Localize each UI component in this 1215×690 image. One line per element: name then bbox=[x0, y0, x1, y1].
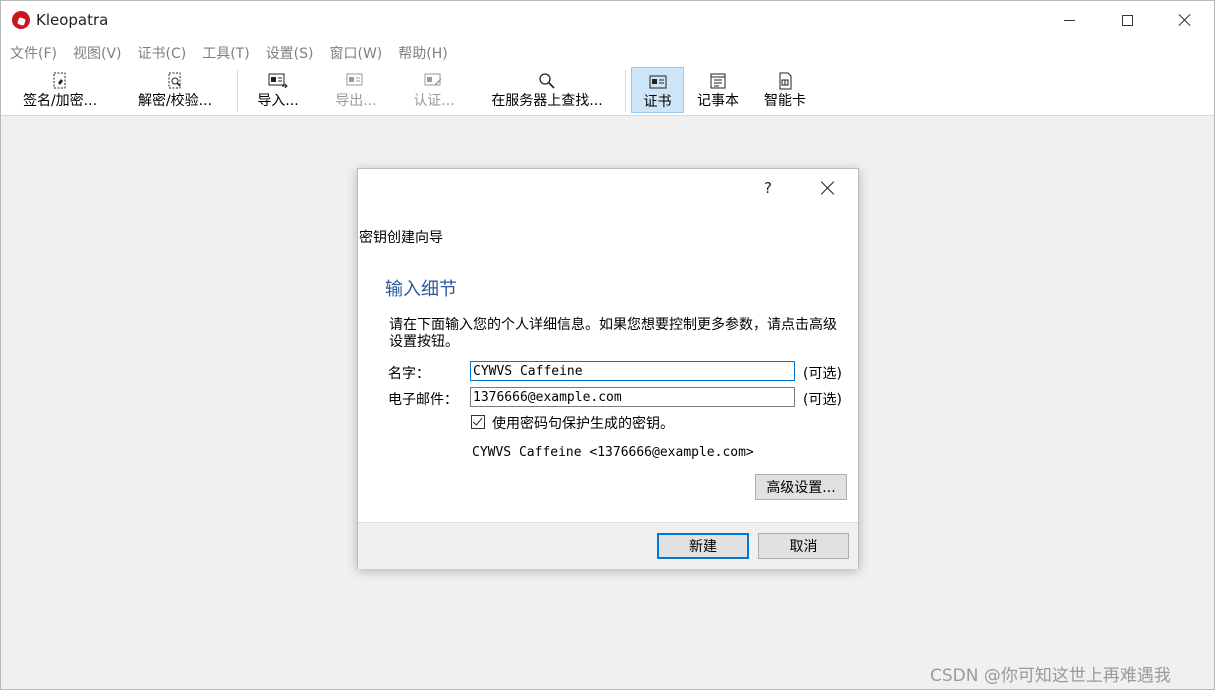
cancel-button[interactable]: 取消 bbox=[758, 533, 849, 559]
menu-window[interactable]: 窗口(W) bbox=[330, 43, 383, 63]
wizard-title: 密钥创建向导 bbox=[359, 230, 443, 246]
smartcard-label: 智能卡 bbox=[764, 93, 806, 109]
import-icon bbox=[268, 70, 288, 92]
maximize-button[interactable] bbox=[1098, 1, 1156, 39]
email-label: 电子邮件： bbox=[388, 392, 458, 408]
protect-with-passphrase-checkbox[interactable] bbox=[471, 415, 485, 429]
watermark-text: CSDN @你可知这世上再难遇我 bbox=[930, 666, 1171, 686]
certify-icon bbox=[424, 70, 444, 92]
toolbar-separator bbox=[625, 70, 626, 112]
instructions-text: 请在下面输入您的个人详细信息。如果您想要控制更多参数，请点击高级设置按钮。 bbox=[389, 317, 837, 350]
export-icon bbox=[346, 70, 366, 92]
toolbar: 签名/加密... 解密/校验... 导入... 导出... 认证... 在服务器… bbox=[1, 66, 1214, 116]
name-label: 名字： bbox=[388, 366, 430, 382]
menu-file[interactable]: 文件(F) bbox=[10, 43, 57, 63]
email-optional-label: (可选) bbox=[803, 392, 842, 408]
dialog-footer: 新建 取消 bbox=[358, 522, 858, 569]
menu-help[interactable]: 帮助(H) bbox=[398, 43, 447, 63]
close-icon bbox=[1178, 13, 1192, 27]
smartcard-icon bbox=[777, 70, 793, 92]
menu-tools[interactable]: 工具(T) bbox=[202, 43, 249, 63]
certify-label: 认证... bbox=[413, 93, 455, 109]
key-creation-wizard-dialog: ? 密钥创建向导 输入细节 请在下面输入您的个人详细信息。如果您想要控制更多参数… bbox=[357, 168, 859, 569]
kleopatra-logo-icon bbox=[12, 11, 30, 29]
menu-certificates[interactable]: 证书(C) bbox=[138, 43, 187, 63]
lookup-on-server-label: 在服务器上查找... bbox=[491, 93, 603, 109]
help-button[interactable]: ? bbox=[764, 179, 772, 197]
menu-view[interactable]: 视图(V) bbox=[73, 43, 122, 63]
minimize-button[interactable] bbox=[1040, 1, 1098, 39]
lookup-on-server-button[interactable]: 在服务器上查找... bbox=[479, 67, 615, 113]
advanced-settings-button[interactable]: 高级设置... bbox=[755, 474, 847, 500]
menu-bar: 文件(F) 视图(V) 证书(C) 工具(T) 设置(S) 窗口(W) 帮助(H… bbox=[1, 39, 1214, 66]
window-title: Kleopatra bbox=[36, 11, 109, 29]
sign-encrypt-label: 签名/加密... bbox=[22, 93, 98, 109]
close-window-button[interactable] bbox=[1156, 1, 1214, 39]
maximize-icon bbox=[1121, 14, 1133, 26]
name-optional-label: (可选) bbox=[803, 366, 842, 382]
certificate-icon bbox=[649, 71, 667, 93]
smartcard-button[interactable]: 智能卡 bbox=[757, 67, 813, 113]
decrypt-verify-button[interactable]: 解密/校验... bbox=[125, 67, 225, 113]
certificates-view-label: 证书 bbox=[643, 94, 672, 110]
notepad-icon bbox=[709, 70, 727, 92]
certify-button[interactable]: 认证... bbox=[403, 67, 465, 113]
notepad-label: 记事本 bbox=[697, 93, 739, 109]
toolbar-separator bbox=[237, 70, 238, 112]
notepad-button[interactable]: 记事本 bbox=[691, 67, 745, 113]
name-input[interactable] bbox=[470, 361, 795, 381]
app-window: Kleopatra 文件(F) 视图(V) 证书(C) 工具(T) 设置(S) … bbox=[0, 0, 1215, 690]
search-icon bbox=[538, 70, 556, 92]
close-dialog-button[interactable] bbox=[820, 180, 836, 196]
user-id-preview: CYWVS Caffeine <1376666@example.com> bbox=[472, 445, 754, 460]
certificates-view-button[interactable]: 证书 bbox=[631, 67, 684, 113]
decrypt-verify-label: 解密/校验... bbox=[137, 93, 213, 109]
title-bar[interactable]: Kleopatra bbox=[1, 1, 1214, 39]
import-label: 导入... bbox=[257, 93, 299, 109]
page-heading: 输入细节 bbox=[385, 279, 457, 300]
create-button[interactable]: 新建 bbox=[657, 533, 749, 559]
export-button[interactable]: 导出... bbox=[325, 67, 387, 113]
sign-encrypt-icon bbox=[51, 70, 69, 92]
import-button[interactable]: 导入... bbox=[247, 67, 309, 113]
menu-settings[interactable]: 设置(S) bbox=[266, 43, 314, 63]
protect-with-passphrase-label[interactable]: 使用密码句保护生成的密钥。 bbox=[492, 413, 674, 433]
sign-encrypt-button[interactable]: 签名/加密... bbox=[11, 67, 109, 113]
export-label: 导出... bbox=[335, 93, 377, 109]
decrypt-verify-icon bbox=[166, 70, 184, 92]
email-input[interactable] bbox=[470, 387, 795, 407]
minimize-icon bbox=[1063, 19, 1075, 21]
